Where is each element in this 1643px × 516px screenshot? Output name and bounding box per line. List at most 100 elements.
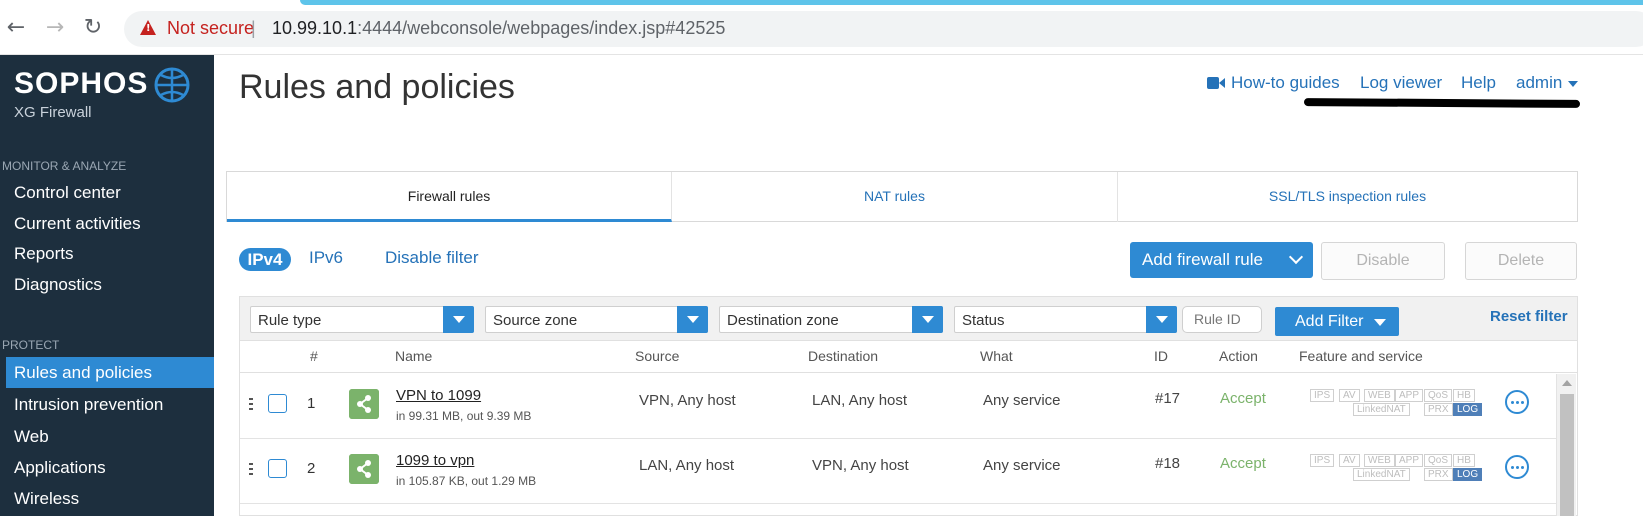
sidebar-item-rules-and-policies[interactable]: Rules and policies (6, 357, 214, 388)
scroll-up-icon[interactable] (1562, 380, 1572, 386)
sidebar-item-intrusion-prevention[interactable]: Intrusion prevention (14, 395, 163, 415)
rule-id: #17 (1155, 390, 1181, 407)
log-viewer-link[interactable]: Log viewer (1360, 73, 1442, 93)
column-header-id[interactable]: ID (1154, 348, 1168, 364)
rule-name-link[interactable]: 1099 to vpn (396, 452, 474, 469)
filter-panel: Rule type Source zone Destination zone S… (239, 296, 1578, 340)
badge-av: AV (1339, 454, 1360, 467)
column-header-feature-and-service[interactable]: Feature and service (1299, 348, 1423, 364)
badge-web: WEB (1364, 389, 1395, 402)
rule-traffic: in 105.87 KB, out 1.29 MB (396, 474, 537, 488)
browser-toolbar: ← → ↻ Not secure | 10.99.10.1:4444/webco… (0, 0, 1643, 55)
dropdown-arrow-icon[interactable] (677, 306, 708, 333)
column-header-action[interactable]: Action (1219, 348, 1258, 364)
sidebar-item-wireless[interactable]: Wireless (14, 489, 79, 509)
badge-log: LOG (1453, 403, 1483, 416)
url-text[interactable]: 10.99.10.1:4444/webconsole/webpages/inde… (272, 18, 725, 39)
sidebar-item-current-activities[interactable]: Current activities (14, 214, 141, 234)
disable-filter-link[interactable]: Disable filter (385, 248, 479, 268)
section-heading-protect: PROTECT (2, 338, 60, 352)
rule-service: Any service (983, 392, 1061, 409)
sidebar-item-diagnostics[interactable]: Diagnostics (14, 275, 102, 295)
not-secure-label[interactable]: Not secure (167, 18, 254, 39)
dropdown-arrow-icon[interactable] (1146, 306, 1177, 333)
delete-button[interactable]: Delete (1465, 242, 1577, 280)
badge-prx: PRX (1424, 403, 1453, 416)
sidebar-item-control-center[interactable]: Control center (14, 183, 121, 203)
badge-ips: IPS (1310, 389, 1335, 402)
add-filter-button[interactable]: Add Filter (1275, 307, 1399, 336)
warning-icon[interactable] (140, 20, 156, 35)
rule-traffic: in 99.31 MB, out 9.39 MB (396, 409, 532, 423)
destination-zone-select[interactable]: Destination zone (719, 306, 943, 333)
share-icon (349, 389, 379, 419)
sidebar: SOPHOS XG Firewall MONITOR & ANALYZE Con… (0, 55, 214, 516)
rule-type-select[interactable]: Rule type (250, 306, 474, 333)
more-options-icon[interactable] (1505, 390, 1529, 414)
url-path: :4444/webconsole/webpages/index.jsp#4252… (357, 18, 726, 38)
tab-ssl-tls-inspection-rules[interactable]: SSL/TLS inspection rules (1118, 172, 1577, 222)
drag-handle-icon[interactable] (249, 463, 253, 475)
back-icon[interactable]: ← (2, 14, 30, 42)
dropdown-arrow-icon[interactable] (912, 306, 943, 333)
sidebar-item-reports[interactable]: Reports (14, 244, 74, 264)
ipv6-toggle[interactable]: IPv6 (309, 248, 343, 268)
how-to-guides-link[interactable]: How-to guides (1231, 73, 1340, 93)
firewall-rules-table: # Name Source Destination What ID Action… (239, 340, 1578, 516)
badge-linkednat: LinkedNAT (1353, 468, 1410, 481)
table-row[interactable]: 1 VPN to 1099 in 99.31 MB, out 9.39 MB V… (240, 374, 1557, 439)
rule-tabs: Firewall rules NAT rules SSL/TLS inspect… (226, 171, 1578, 222)
forward-icon[interactable]: → (41, 14, 69, 42)
badge-app: APP (1395, 454, 1424, 467)
disable-button[interactable]: Disable (1321, 242, 1445, 280)
rule-action: Accept (1220, 390, 1266, 407)
source-zone-select[interactable]: Source zone (485, 306, 708, 333)
column-header-what[interactable]: What (980, 348, 1013, 364)
admin-label: admin (1516, 73, 1563, 92)
reload-icon[interactable]: ↻ (79, 14, 107, 42)
column-header-source[interactable]: Source (635, 348, 679, 364)
drag-handle-icon[interactable] (249, 398, 253, 410)
video-icon[interactable] (1207, 76, 1225, 90)
column-header-name[interactable]: Name (395, 348, 432, 364)
add-firewall-rule-button[interactable]: Add firewall rule (1130, 242, 1313, 278)
table-row[interactable]: 2 1099 to vpn in 105.87 KB, out 1.29 MB … (240, 439, 1557, 504)
badge-hb: HB (1453, 454, 1475, 467)
chevron-down-icon (1288, 249, 1304, 265)
badge-web: WEB (1364, 454, 1395, 467)
rule-id-input[interactable]: Rule ID (1182, 306, 1262, 333)
rule-service: Any service (983, 457, 1061, 474)
status-value: Status (962, 312, 1005, 329)
sidebar-item-web[interactable]: Web (14, 427, 49, 447)
ipv4-toggle[interactable]: IPv4 (239, 248, 291, 271)
admin-menu[interactable]: admin (1516, 73, 1579, 93)
column-header-number[interactable]: # (310, 348, 318, 364)
rule-name-link[interactable]: VPN to 1099 (396, 387, 481, 404)
caret-down-icon (1568, 80, 1579, 87)
dropdown-arrow-icon[interactable] (443, 306, 474, 333)
badge-app: APP (1395, 389, 1424, 402)
tab-nat-rules[interactable]: NAT rules (672, 172, 1118, 222)
brand-logo[interactable]: SOPHOS (14, 67, 148, 101)
reset-filter-link[interactable]: Reset filter (1490, 308, 1568, 325)
rule-number: 1 (307, 395, 316, 412)
rule-destination: LAN, Any host (812, 392, 908, 409)
row-checkbox[interactable] (268, 459, 287, 478)
sidebar-item-applications[interactable]: Applications (14, 458, 106, 478)
row-checkbox[interactable] (268, 394, 287, 413)
caret-down-icon (1374, 319, 1386, 326)
rule-source: VPN, Any host (639, 392, 736, 409)
scroll-thumb[interactable] (1560, 394, 1574, 516)
help-link[interactable]: Help (1461, 73, 1496, 93)
address-bar[interactable]: Not secure | 10.99.10.1:4444/webconsole/… (124, 11, 1643, 47)
badge-log: LOG (1453, 468, 1483, 481)
tab-firewall-rules[interactable]: Firewall rules (227, 172, 672, 222)
table-scrollbar[interactable] (1556, 374, 1576, 516)
rule-destination: VPN, Any host (812, 457, 909, 474)
redaction-bar (1303, 98, 1581, 108)
more-options-icon[interactable] (1505, 455, 1529, 479)
rule-number: 2 (307, 460, 316, 477)
badge-av: AV (1339, 389, 1360, 402)
status-select[interactable]: Status (954, 306, 1177, 333)
column-header-destination[interactable]: Destination (808, 348, 878, 364)
